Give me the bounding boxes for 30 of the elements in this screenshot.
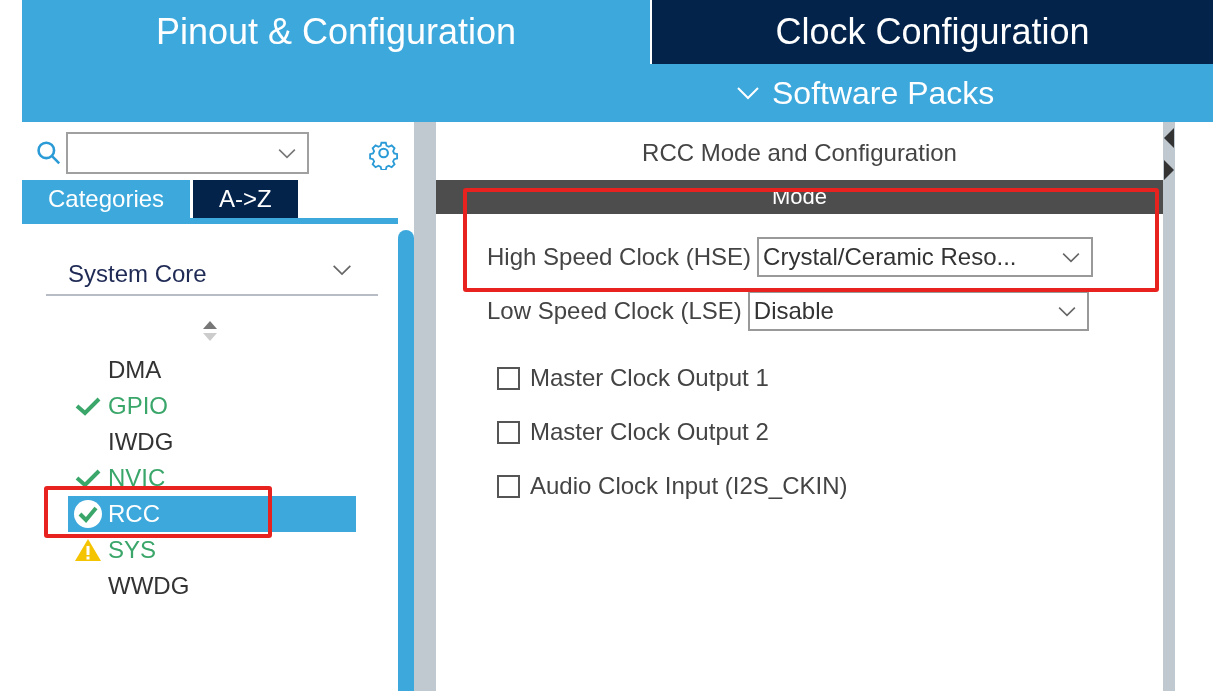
sort-icon[interactable]: [202, 320, 218, 342]
panel-title: RCC Mode and Configuration: [641, 138, 958, 168]
category-item[interactable]: DMA: [68, 352, 356, 388]
check-icon: [75, 468, 101, 488]
checkbox[interactable]: [497, 420, 520, 444]
top-tab[interactable]: Clock Configuration: [650, 0, 1213, 64]
scrollbar[interactable]: [398, 230, 414, 691]
checkbox-label: Audio Clock Input (I2S_CKIN): [530, 471, 848, 501]
checkbox-label: Master Clock Output 2: [530, 417, 769, 447]
check-icon: [75, 396, 101, 416]
chevron-down-icon: [736, 86, 760, 100]
field-label: High Speed Clock (HSE): [487, 242, 752, 272]
chevron-down-icon: [1061, 251, 1082, 263]
check-circle-icon: [73, 499, 103, 529]
category-item[interactable]: WWDG: [68, 568, 356, 604]
chevron-down-icon: [276, 147, 297, 159]
category-dropdown[interactable]: System Core: [46, 254, 378, 296]
side-splitter[interactable]: [1163, 122, 1175, 691]
search-combobox[interactable]: [65, 132, 309, 174]
checkbox-label: Master Clock Output 1: [530, 363, 769, 393]
field-label: Low Speed Clock (LSE): [487, 296, 742, 326]
chevron-down-icon: [332, 264, 352, 276]
category-item[interactable]: IWDG: [68, 424, 356, 460]
category-tab[interactable]: A->Z: [193, 180, 298, 218]
warning-icon: [74, 538, 102, 562]
checkbox[interactable]: [497, 366, 520, 390]
mode-select[interactable]: Disable: [747, 291, 1089, 331]
mode-select[interactable]: Crystal/Ceramic Reso...: [757, 237, 1094, 277]
checkbox[interactable]: [497, 474, 520, 498]
chevron-down-icon: [1056, 305, 1077, 317]
